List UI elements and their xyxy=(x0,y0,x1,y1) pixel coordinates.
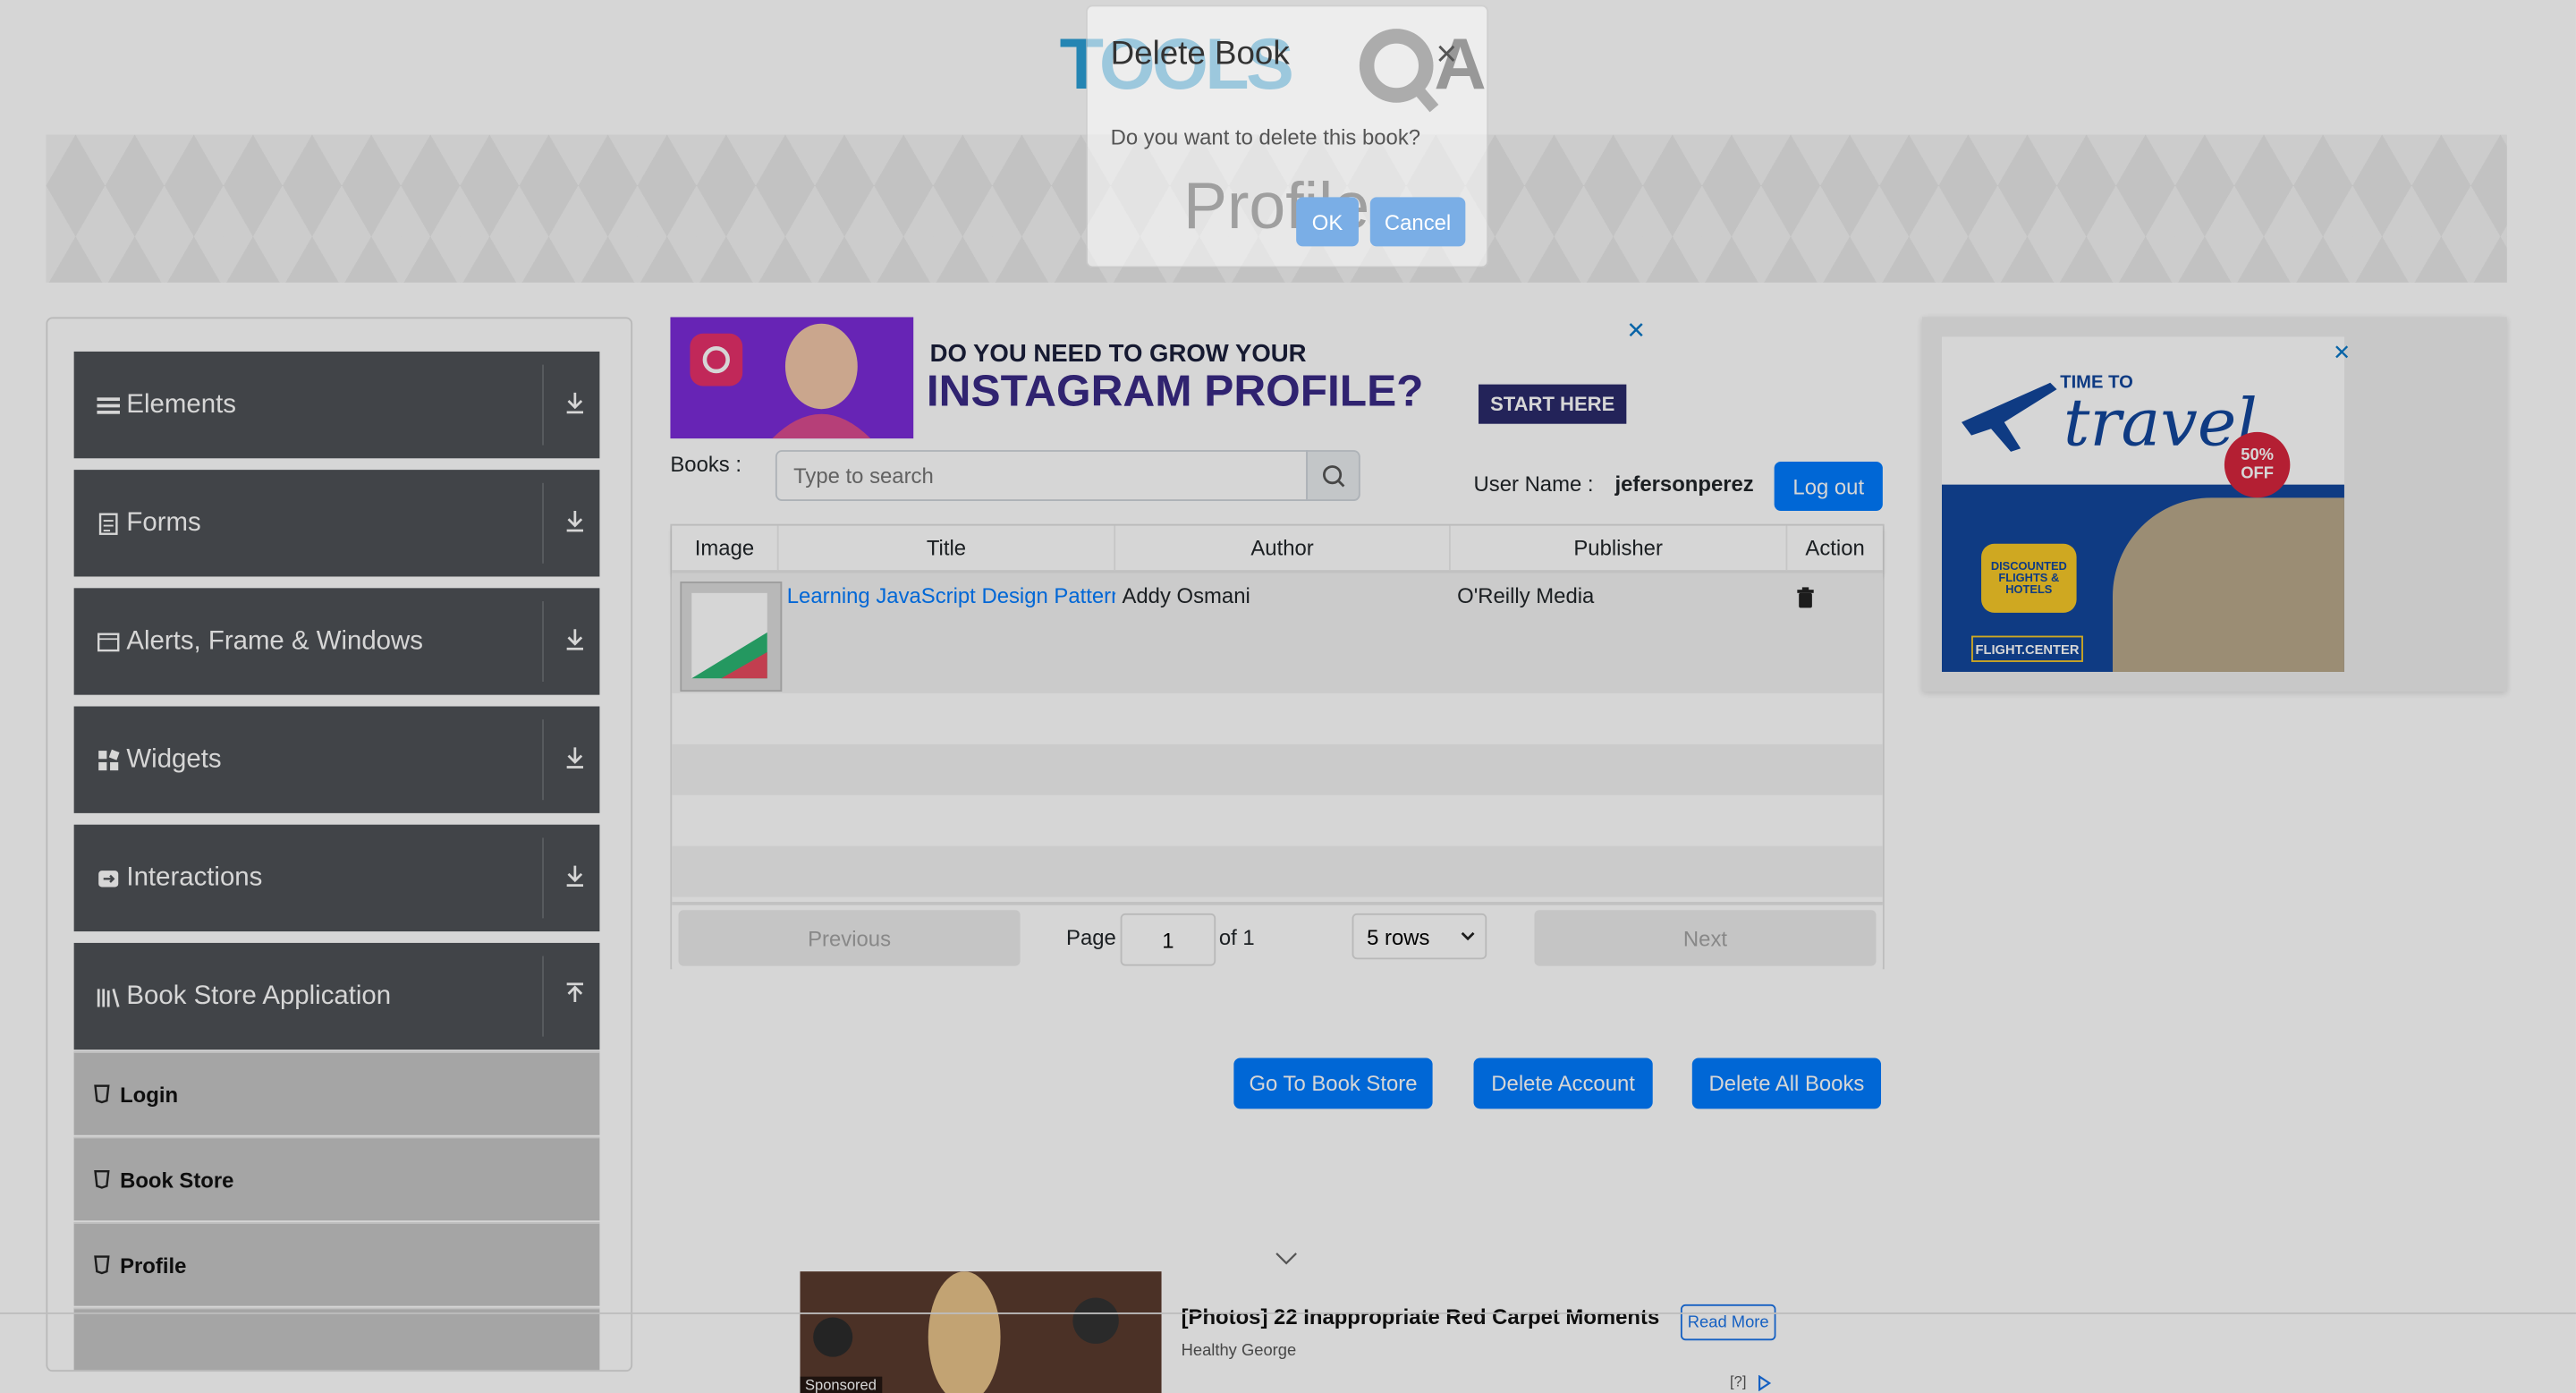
cancel-button[interactable]: Cancel xyxy=(1369,197,1466,247)
close-icon[interactable]: × xyxy=(1436,33,1458,76)
modal-body: Do you want to delete this book? xyxy=(1110,124,1421,150)
delete-book-modal: Delete Book × Do you want to delete this… xyxy=(1086,4,1489,268)
divider xyxy=(0,1312,2576,1314)
modal-title: Delete Book xyxy=(1110,36,1290,72)
page: TOOLS A Profile Elements Forms Alerts, F… xyxy=(0,0,2576,1393)
ok-button[interactable]: OK xyxy=(1296,197,1359,247)
